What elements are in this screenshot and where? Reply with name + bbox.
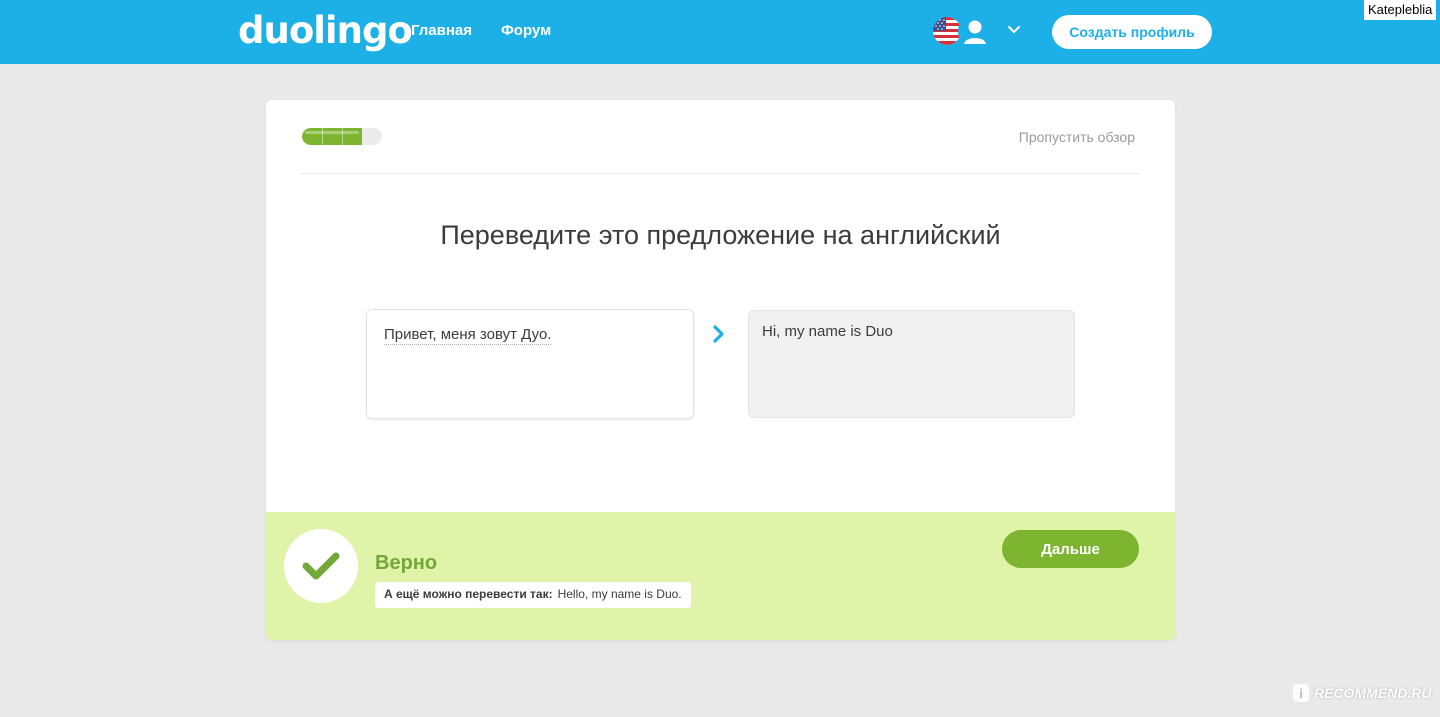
- progress-segment-divider: [342, 128, 343, 145]
- alternative-translation-text: Hello, my name is Duo.: [557, 587, 682, 601]
- nav-forum-link[interactable]: Форум: [501, 22, 551, 39]
- us-flag-icon[interactable]: [933, 17, 961, 45]
- lesson-progress-fill: [302, 128, 362, 145]
- chevron-right-icon: [712, 324, 726, 344]
- feedback-panel: Верно А ещё можно перевести так: Hello, m…: [266, 512, 1175, 640]
- progress-segment-divider: [322, 128, 323, 145]
- alternative-translation-box: А ещё можно перевести так: Hello, my name…: [375, 582, 691, 608]
- watermark-username: Katepleblia: [1364, 0, 1437, 20]
- next-button[interactable]: Дальше: [1002, 530, 1139, 568]
- answer-input[interactable]: Hi, my name is Duo: [748, 310, 1075, 418]
- chevron-down-icon[interactable]: [1006, 22, 1022, 38]
- checkmark-icon: [302, 552, 340, 580]
- alternative-translation-label: А ещё можно перевести так:: [384, 587, 553, 601]
- lesson-progress-bar: [302, 128, 382, 145]
- watermark-site: RECOMMEND.RU: [1314, 685, 1432, 701]
- recommend-logo-icon: i: [1292, 683, 1310, 703]
- exercise-prompt: Переведите это предложение на английский: [440, 220, 1001, 250]
- header-divider: [301, 173, 1139, 174]
- avatar-icon[interactable]: [958, 14, 992, 48]
- top-navigation-bar: duolingo Главная Форум Создать профиль: [0, 0, 1440, 64]
- create-profile-button[interactable]: Создать профиль: [1052, 15, 1212, 49]
- nav-home-link[interactable]: Главная: [411, 22, 472, 39]
- skip-review-link[interactable]: Пропустить обзор: [1019, 129, 1135, 145]
- source-sentence-box: Привет, меня зовут Дуо.: [366, 309, 694, 419]
- lesson-card: Пропустить обзор Переведите это предложе…: [266, 100, 1175, 640]
- source-sentence[interactable]: Привет, меня зовут Дуо.: [384, 326, 552, 345]
- verdict-text: Верно: [375, 552, 438, 574]
- duolingo-logo[interactable]: duolingo: [238, 8, 413, 54]
- svg-text:i: i: [1299, 686, 1303, 701]
- correct-check-badge: [284, 529, 358, 603]
